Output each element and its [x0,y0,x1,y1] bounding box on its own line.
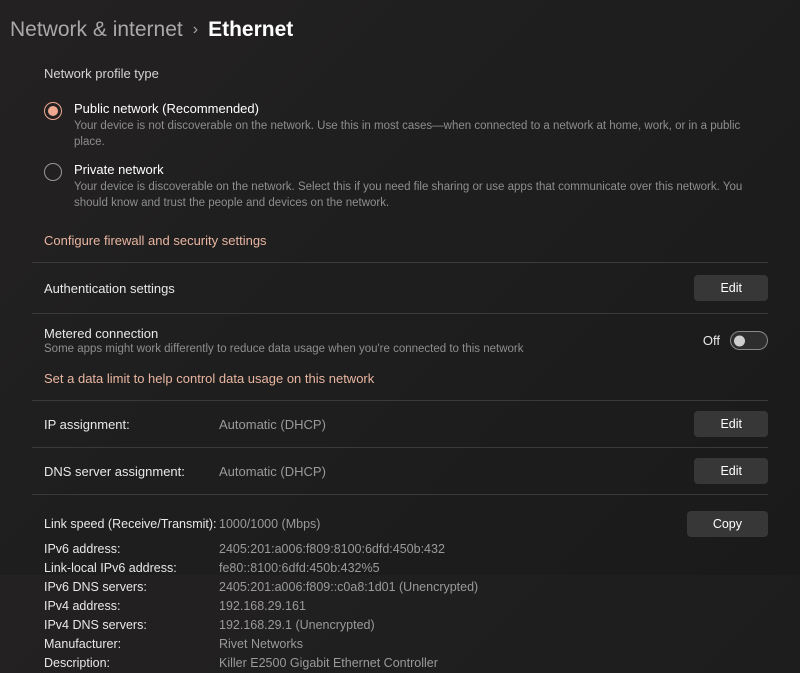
radio-label: Private network [74,162,768,177]
info-value: 2405:201:a006:f809:8100:6dfd:450b:432 [219,542,768,556]
table-row: IPv6 address: 2405:201:a006:f809:8100:6d… [44,540,768,559]
radio-icon [44,163,62,181]
dns-assignment-value: Automatic (DHCP) [219,464,694,479]
chevron-right-icon: › [193,21,198,39]
info-key: Description: [44,656,219,670]
dns-assignment-label: DNS server assignment: [44,464,219,479]
table-row: Description: Killer E2500 Gigabit Ethern… [44,654,768,673]
info-value: 192.168.29.161 [219,599,768,613]
metered-toggle-state: Off [703,333,720,348]
info-value: 192.168.29.1 (Unencrypted) [219,618,768,632]
table-row: IPv6 DNS servers: 2405:201:a006:f809::c0… [44,578,768,597]
authentication-row: Authentication settings Edit [44,263,768,313]
firewall-settings-link[interactable]: Configure firewall and security settings [44,225,768,262]
radio-public-network[interactable]: Public network (Recommended) Your device… [44,95,768,156]
network-profile-radio-group: Public network (Recommended) Your device… [44,95,768,225]
info-value: Rivet Networks [219,637,768,651]
dns-assignment-row: DNS server assignment: Automatic (DHCP) … [44,448,768,494]
info-value: 1000/1000 (Mbps) [219,517,687,531]
ip-assignment-row: IP assignment: Automatic (DHCP) Edit [44,401,768,447]
info-value: 2405:201:a006:f809::c0a8:1d01 (Unencrypt… [219,580,768,594]
info-key: IPv6 address: [44,542,219,556]
metered-row: Metered connection Some apps might work … [44,314,768,359]
metered-toggle[interactable] [730,331,768,350]
breadcrumb-current: Ethernet [208,18,293,42]
table-row: Manufacturer: Rivet Networks [44,635,768,654]
authentication-label: Authentication settings [44,281,175,296]
info-key: Link-local IPv6 address: [44,561,219,575]
radio-icon [44,102,62,120]
table-row: Link-local IPv6 address: fe80::8100:6dfd… [44,559,768,578]
dns-assignment-edit-button[interactable]: Edit [694,458,768,484]
info-key: IPv4 DNS servers: [44,618,219,632]
info-value: Killer E2500 Gigabit Ethernet Controller [219,656,768,670]
info-key: IPv4 address: [44,599,219,613]
table-row: Link speed (Receive/Transmit): 1000/1000… [44,501,768,540]
ip-assignment-label: IP assignment: [44,417,219,432]
network-profile-title: Network profile type [44,56,768,95]
info-key: Link speed (Receive/Transmit): [44,517,219,531]
metered-label: Metered connection [44,326,524,341]
info-value: fe80::8100:6dfd:450b:432%5 [219,561,768,575]
info-key: Manufacturer: [44,637,219,651]
breadcrumb-parent[interactable]: Network & internet [10,18,183,42]
authentication-edit-button[interactable]: Edit [694,275,768,301]
table-row: IPv4 address: 192.168.29.161 [44,597,768,616]
ip-assignment-edit-button[interactable]: Edit [694,411,768,437]
metered-description: Some apps might work differently to redu… [44,341,524,355]
network-info-table: Link speed (Receive/Transmit): 1000/1000… [44,495,768,673]
copy-button[interactable]: Copy [687,511,768,537]
info-key: IPv6 DNS servers: [44,580,219,594]
ip-assignment-value: Automatic (DHCP) [219,417,694,432]
data-limit-link[interactable]: Set a data limit to help control data us… [44,359,768,400]
breadcrumb: Network & internet › Ethernet [0,0,800,56]
table-row: IPv4 DNS servers: 192.168.29.1 (Unencryp… [44,616,768,635]
radio-private-network[interactable]: Private network Your device is discovera… [44,156,768,217]
radio-label: Public network (Recommended) [74,101,768,116]
radio-description: Your device is discoverable on the netwo… [74,177,768,211]
radio-description: Your device is not discoverable on the n… [74,116,768,150]
